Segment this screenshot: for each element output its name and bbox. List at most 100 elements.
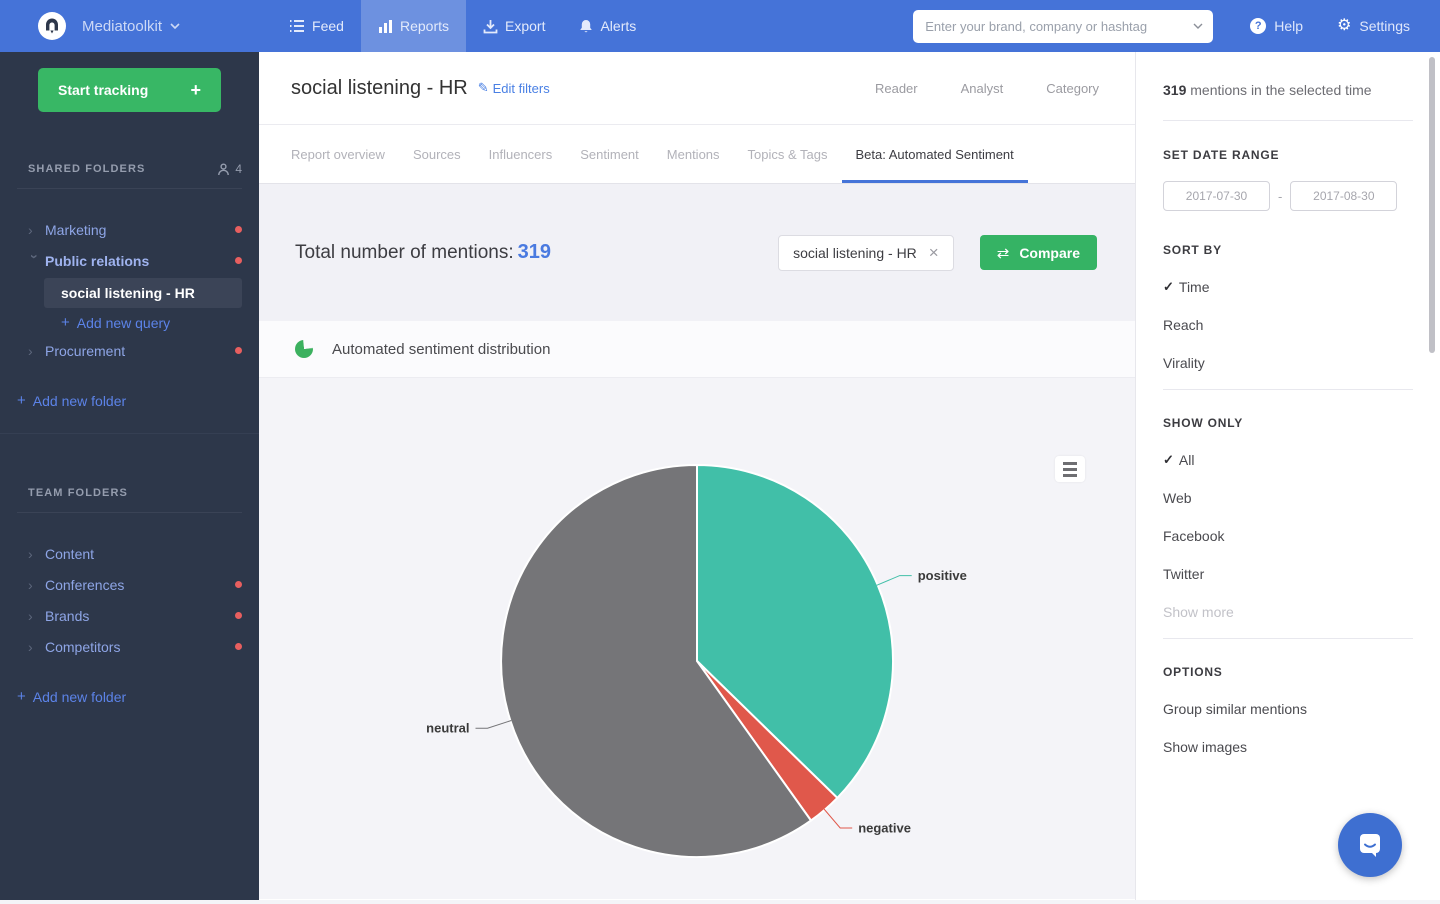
date-from-input[interactable] <box>1163 181 1270 211</box>
team-folders-header: TEAM FOLDERS <box>0 484 259 502</box>
tab-sources[interactable]: Sources <box>399 125 475 183</box>
settings-button[interactable]: ⚙ Settings <box>1337 18 1410 34</box>
scrollbar-thumb[interactable] <box>1429 57 1435 353</box>
sidebar-folder-content[interactable]: › Content <box>0 538 259 569</box>
show-option-twitter[interactable]: Twitter <box>1163 566 1440 582</box>
unread-dot <box>235 347 242 354</box>
add-new-query-link[interactable]: + Add new query <box>61 314 259 331</box>
show-more-link[interactable]: Show more <box>1163 604 1440 620</box>
sort-option-reach[interactable]: Reach <box>1163 317 1440 333</box>
add-new-query-label: Add new query <box>77 315 170 331</box>
search-input[interactable] <box>913 10 1213 43</box>
sidebar-folder-public-relations[interactable]: › Public relations <box>0 245 259 276</box>
view-mode-reader[interactable]: Reader <box>875 81 918 96</box>
chart-section-header: Automated sentiment distribution <box>259 321 1135 378</box>
total-mentions-label: Total number of mentions: <box>295 242 514 264</box>
tab-mentions[interactable]: Mentions <box>653 125 734 183</box>
chevron-right-icon: › <box>28 608 45 624</box>
unread-dot <box>235 257 242 264</box>
show-option-all[interactable]: ✓ All <box>1163 452 1440 468</box>
check-icon: ✓ <box>1163 452 1174 468</box>
view-mode-category[interactable]: Category <box>1046 81 1099 96</box>
divider <box>1163 120 1413 121</box>
pie-label-positive: positive <box>918 568 967 583</box>
nav-item-feed[interactable]: Feed <box>272 0 361 52</box>
settings-label: Settings <box>1359 18 1410 34</box>
report-header: social listening - HR ✎ Edit filters Rea… <box>259 52 1135 125</box>
unread-dot <box>235 612 242 619</box>
start-tracking-button[interactable]: Start tracking + <box>38 68 221 112</box>
edit-filters-label: Edit filters <box>493 81 550 96</box>
tab-beta-automated-sentiment[interactable]: Beta: Automated Sentiment <box>842 125 1028 183</box>
folder-label: Competitors <box>45 639 120 655</box>
sidebar-folder-competitors[interactable]: › Competitors <box>0 631 259 662</box>
sidebar-folder-brands[interactable]: › Brands <box>0 600 259 631</box>
add-new-folder-link[interactable]: + Add new folder <box>17 688 259 705</box>
main-content: social listening - HR ✎ Edit filters Rea… <box>259 52 1135 900</box>
plus-icon: + <box>17 392 26 409</box>
show-option-facebook[interactable]: Facebook <box>1163 528 1440 544</box>
filters-panel: 319 mentions in the selected time SET DA… <box>1135 52 1440 900</box>
sidebar-folder-conferences[interactable]: › Conferences <box>0 569 259 600</box>
sidebar-folder-marketing[interactable]: › Marketing <box>0 214 259 245</box>
plus-icon: + <box>61 314 70 331</box>
option-group-similar-mentions[interactable]: Group similar mentions <box>1163 701 1440 717</box>
tab-sentiment[interactable]: Sentiment <box>566 125 653 183</box>
date-to-input[interactable] <box>1290 181 1397 211</box>
show-only-title: SHOW ONLY <box>1163 416 1440 430</box>
pie-chart-icon <box>295 340 313 358</box>
mentions-summary-text: mentions in the selected time <box>1186 82 1371 98</box>
swap-arrows-icon: ⇄ <box>997 244 1010 262</box>
feed-list-icon <box>289 19 305 33</box>
compare-button[interactable]: ⇄ Compare <box>980 235 1097 270</box>
sentiment-pie-svg: positivenegativeneutral <box>259 378 1135 899</box>
chevron-down-icon: › <box>27 254 43 271</box>
nav-item-export[interactable]: Export <box>466 0 562 52</box>
compare-label: Compare <box>1019 245 1080 261</box>
brand-menu[interactable]: Mediatoolkit <box>82 18 180 35</box>
tab-report-overview[interactable]: Report overview <box>277 125 399 183</box>
help-button[interactable]: ? Help <box>1250 18 1303 34</box>
team-folders-title: TEAM FOLDERS <box>28 487 128 499</box>
query-label: social listening - HR <box>61 285 195 301</box>
chat-bubble-icon <box>1355 830 1385 860</box>
tab-influencers[interactable]: Influencers <box>475 125 567 183</box>
chat-launcher-button[interactable] <box>1338 813 1402 877</box>
nav-item-reports[interactable]: Reports <box>361 0 466 52</box>
search-chevron-down-icon[interactable] <box>1193 23 1203 29</box>
add-new-folder-link[interactable]: + Add new folder <box>17 392 259 409</box>
top-navbar: Mediatoolkit Feed Reports Export <box>0 0 1440 52</box>
nav-item-alerts[interactable]: Alerts <box>562 0 653 52</box>
reports-chart-icon <box>378 19 393 33</box>
option-show-images[interactable]: Show images <box>1163 739 1440 755</box>
sort-option-virality[interactable]: Virality <box>1163 355 1440 371</box>
sort-by-title: SORT BY <box>1163 243 1440 257</box>
gear-icon: ⚙ <box>1337 18 1351 34</box>
sidebar-query-social-listening-hr[interactable]: social listening - HR <box>44 278 242 308</box>
total-mentions-value: 319 <box>518 241 551 264</box>
tab-topics-tags[interactable]: Topics & Tags <box>734 125 842 183</box>
plus-icon: + <box>190 80 201 101</box>
sort-option-time[interactable]: ✓ Time <box>1163 279 1440 295</box>
total-mentions-strip: Total number of mentions: 319 social lis… <box>259 184 1135 321</box>
mediatoolkit-logo-icon[interactable] <box>38 12 66 40</box>
main-nav: Feed Reports Export Alerts <box>272 0 653 52</box>
close-icon[interactable]: × <box>929 243 939 263</box>
show-option-web[interactable]: Web <box>1163 490 1440 506</box>
shared-folders-title: SHARED FOLDERS <box>28 163 145 175</box>
hamburger-icon <box>1063 462 1077 465</box>
pie-leader-line-neutral <box>476 721 512 729</box>
view-mode-analyst[interactable]: Analyst <box>961 81 1004 96</box>
pie-label-negative: negative <box>858 821 911 836</box>
options-title: OPTIONS <box>1163 665 1440 679</box>
chevron-right-icon: › <box>28 343 45 359</box>
edit-filters-link[interactable]: ✎ Edit filters <box>478 80 550 96</box>
shared-folders-header: SHARED FOLDERS 4 <box>0 160 259 178</box>
folder-label: Public relations <box>45 253 149 269</box>
chart-export-menu-button[interactable] <box>1055 456 1085 482</box>
export-download-icon <box>483 19 498 34</box>
users-icon <box>217 163 230 176</box>
sidebar-folder-procurement[interactable]: › Procurement <box>0 335 259 366</box>
check-icon: ✓ <box>1163 279 1174 295</box>
plus-icon: + <box>17 688 26 705</box>
